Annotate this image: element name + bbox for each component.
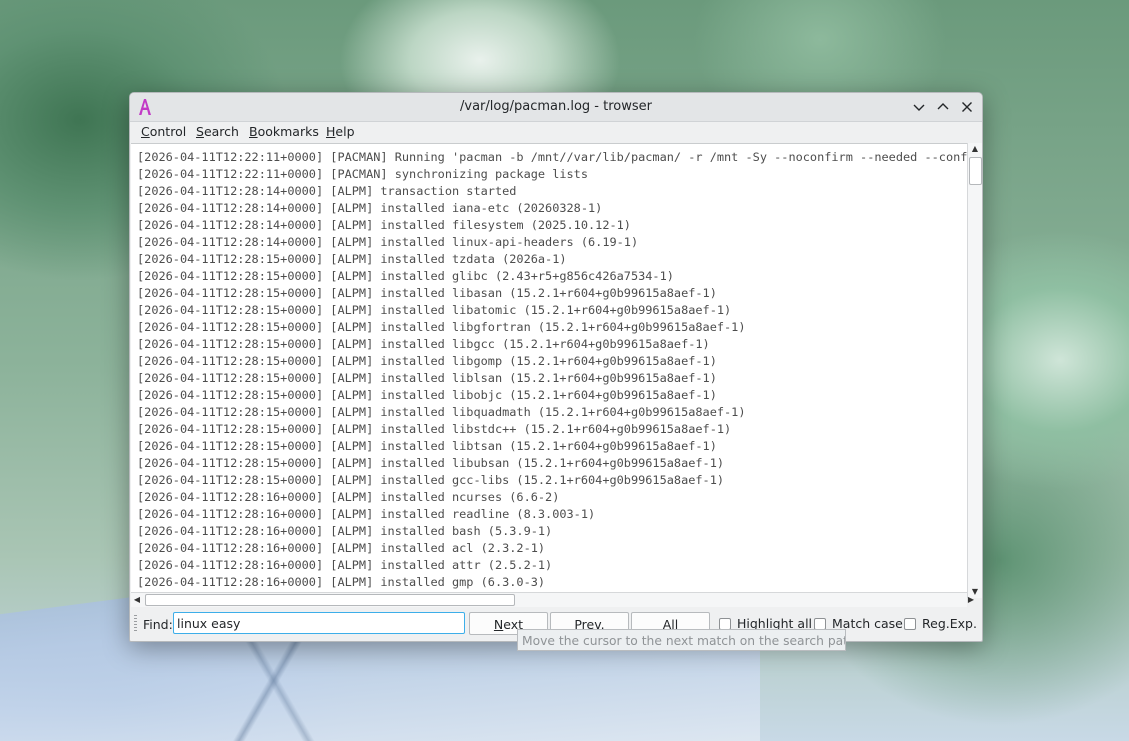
log-line: [2026-04-11T12:28:14+0000] [ALPM] instal…: [137, 235, 639, 249]
log-line: [2026-04-11T12:28:15+0000] [ALPM] instal…: [137, 439, 717, 453]
log-line: [2026-04-11T12:28:16+0000] [ALPM] instal…: [137, 558, 553, 572]
chevron-up-icon: [937, 103, 949, 110]
close-button[interactable]: [959, 99, 975, 115]
regexp-checkbox[interactable]: Reg.Exp.: [904, 616, 977, 631]
log-line: [2026-04-11T12:28:15+0000] [ALPM] instal…: [137, 422, 732, 436]
log-lines: [2026-04-11T12:22:11+0000] [PACMAN] Runn…: [137, 149, 967, 591]
log-line: [2026-04-11T12:28:14+0000] [ALPM] instal…: [137, 218, 631, 232]
find-input[interactable]: [173, 612, 465, 634]
log-line: [2026-04-11T12:28:15+0000] [ALPM] instal…: [137, 252, 567, 266]
log-line: [2026-04-11T12:28:15+0000] [ALPM] instal…: [137, 388, 717, 402]
log-line: [2026-04-11T12:28:15+0000] [ALPM] instal…: [137, 303, 732, 317]
close-icon: [962, 102, 972, 112]
match-case-box[interactable]: [814, 617, 826, 630]
log-line: [2026-04-11T12:28:16+0000] [ALPM] instal…: [137, 575, 546, 589]
scroll-left-arrow-icon[interactable]: ◀: [131, 593, 143, 607]
menu-control[interactable]: Control: [140, 124, 187, 139]
minimize-button[interactable]: [911, 99, 927, 115]
log-line: [2026-04-11T12:28:15+0000] [ALPM] instal…: [137, 473, 725, 487]
log-line: [2026-04-11T12:28:15+0000] [ALPM] instal…: [137, 269, 674, 283]
vertical-scroll-thumb[interactable]: [969, 157, 982, 185]
horizontal-scrollbar[interactable]: ◀ ▶: [131, 592, 974, 607]
regexp-label: Reg.Exp.: [922, 616, 977, 631]
scroll-up-arrow-icon[interactable]: ▲: [968, 143, 982, 155]
log-line: [2026-04-11T12:22:11+0000] [PACMAN] sync…: [137, 167, 589, 181]
title-bar[interactable]: /var/log/pacman.log - trowser: [130, 93, 982, 122]
window-title: /var/log/pacman.log - trowser: [460, 99, 652, 114]
log-line: [2026-04-11T12:28:15+0000] [ALPM] instal…: [137, 354, 717, 368]
menu-bar: Control Search Bookmarks Help: [130, 122, 982, 143]
horizontal-scroll-thumb[interactable]: [145, 594, 515, 606]
next-button-tooltip: Move the cursor to the next match on the…: [517, 629, 846, 651]
log-line: [2026-04-11T12:28:16+0000] [ALPM] instal…: [137, 541, 546, 555]
trowser-window: /var/log/pacman.log - trowser Control Se…: [129, 92, 983, 642]
log-line: [2026-04-11T12:28:14+0000] [ALPM] instal…: [137, 201, 603, 215]
log-line: [2026-04-11T12:28:15+0000] [ALPM] instal…: [137, 371, 717, 385]
regexp-box[interactable]: [904, 617, 916, 630]
log-line: [2026-04-11T12:28:15+0000] [ALPM] instal…: [137, 405, 746, 419]
log-line: [2026-04-11T12:28:16+0000] [ALPM] instal…: [137, 524, 553, 538]
log-line: [2026-04-11T12:28:15+0000] [ALPM] instal…: [137, 286, 717, 300]
menu-bookmarks[interactable]: Bookmarks: [248, 124, 320, 139]
highlight-all-box[interactable]: [719, 617, 731, 630]
maximize-button[interactable]: [935, 99, 951, 115]
log-line: [2026-04-11T12:28:15+0000] [ALPM] instal…: [137, 456, 725, 470]
log-line: [2026-04-11T12:22:11+0000] [PACMAN] Runn…: [137, 150, 967, 164]
toolbar-grip-handle[interactable]: [134, 615, 137, 633]
log-line: [2026-04-11T12:28:15+0000] [ALPM] instal…: [137, 320, 746, 334]
vertical-scrollbar[interactable]: ▲ ▼: [967, 143, 982, 598]
log-line: [2026-04-11T12:28:15+0000] [ALPM] instal…: [137, 337, 710, 351]
log-line: [2026-04-11T12:28:14+0000] [ALPM] transa…: [137, 184, 517, 198]
menu-help[interactable]: Help: [325, 124, 356, 139]
log-line: [2026-04-11T12:28:16+0000] [ALPM] instal…: [137, 490, 560, 504]
log-line: [2026-04-11T12:28:16+0000] [ALPM] instal…: [137, 507, 596, 521]
log-text-area[interactable]: [2026-04-11T12:22:11+0000] [PACMAN] Runn…: [131, 143, 967, 599]
scroll-right-arrow-icon[interactable]: ▶: [965, 593, 977, 607]
chevron-down-icon: [913, 104, 925, 111]
menu-search[interactable]: Search: [195, 124, 240, 139]
find-label: Find:: [143, 617, 173, 632]
